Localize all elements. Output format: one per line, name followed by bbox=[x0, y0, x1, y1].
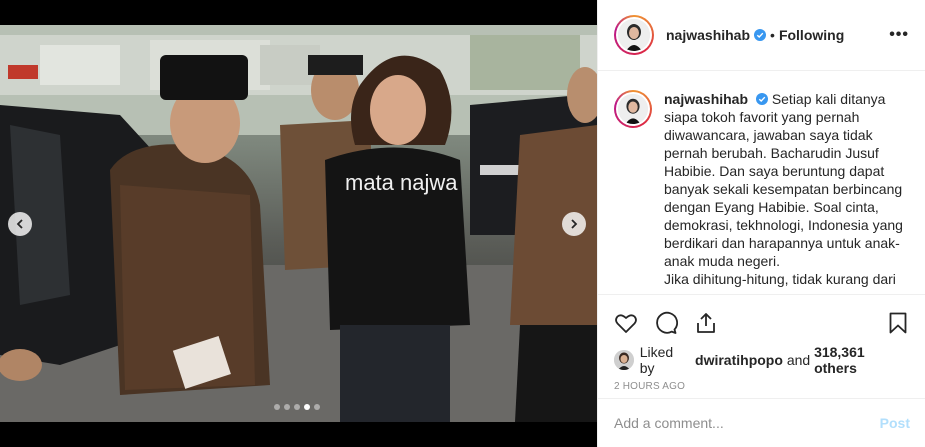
carousel-dot bbox=[284, 404, 290, 410]
heart-icon[interactable] bbox=[614, 311, 638, 335]
liker-avatar[interactable] bbox=[614, 350, 634, 370]
post-header: najwashihab • Following ••• bbox=[598, 0, 925, 71]
more-options-button[interactable]: ••• bbox=[889, 26, 909, 44]
photo-scene: mata najwa bbox=[0, 25, 597, 422]
carousel-dot bbox=[304, 404, 310, 410]
carousel-indicator bbox=[274, 404, 320, 410]
carousel-dot bbox=[294, 404, 300, 410]
verified-badge-icon bbox=[754, 29, 767, 41]
post-timestamp[interactable]: 2 HOURS AGO bbox=[614, 381, 910, 392]
carousel-prev-button[interactable] bbox=[8, 212, 32, 236]
avatar-image bbox=[618, 94, 648, 124]
comment-input[interactable] bbox=[614, 415, 880, 431]
likes-summary: Liked by dwiratihpopo and 318,361 others bbox=[614, 344, 910, 376]
header-username[interactable]: najwashihab bbox=[666, 27, 750, 43]
share-icon[interactable] bbox=[694, 311, 718, 335]
post-photo[interactable]: mata najwa bbox=[0, 25, 597, 422]
post-actions: Liked by dwiratihpopo and 318,361 others… bbox=[598, 294, 925, 392]
action-icon-row bbox=[614, 303, 910, 343]
likes-prefix: Liked by bbox=[639, 344, 674, 376]
likes-count-link[interactable]: 318,361 others bbox=[814, 344, 910, 376]
avatar-image bbox=[618, 19, 650, 51]
comment-bar: Post bbox=[598, 398, 925, 447]
carousel-dot bbox=[274, 404, 280, 410]
carousel-dot bbox=[314, 404, 320, 410]
caption-section: najwashihab Setiap kali ditanya siapa to… bbox=[598, 72, 925, 294]
chevron-left-icon bbox=[16, 219, 23, 229]
header-separator: • bbox=[770, 27, 775, 43]
caption-text: najwashihab Setiap kali ditanya siapa to… bbox=[664, 90, 910, 294]
shirt-print: mata najwa bbox=[345, 170, 458, 195]
caption-avatar[interactable] bbox=[614, 90, 652, 128]
caption-body: Setiap kali ditanya siapa tokoh favorit … bbox=[664, 91, 903, 287]
likes-middle: and bbox=[786, 352, 811, 368]
bookmark-icon[interactable] bbox=[886, 311, 910, 335]
post-media: mata najwa bbox=[0, 0, 597, 447]
post-comment-button[interactable]: Post bbox=[880, 415, 910, 431]
avatar-image bbox=[614, 350, 634, 370]
avatar[interactable] bbox=[614, 15, 654, 55]
post-side-panel: najwashihab • Following ••• najwashihab … bbox=[597, 0, 925, 447]
chevron-right-icon bbox=[571, 219, 578, 229]
caption-username[interactable]: najwashihab bbox=[664, 91, 748, 107]
liker-username[interactable]: dwiratihpopo bbox=[695, 352, 783, 368]
verified-badge-icon bbox=[755, 93, 768, 105]
carousel-next-button[interactable] bbox=[562, 212, 586, 236]
following-button[interactable]: Following bbox=[779, 27, 844, 43]
comment-icon[interactable] bbox=[654, 311, 678, 335]
